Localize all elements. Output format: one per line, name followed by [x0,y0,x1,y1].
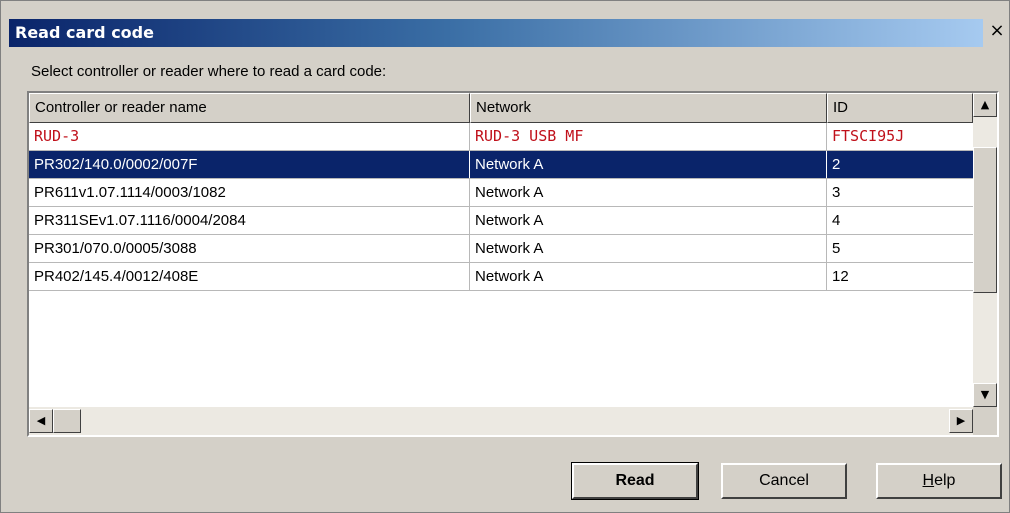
cell-reader-name: PR302/140.0/0002/007F [29,151,470,178]
scroll-up-arrow-icon[interactable]: ▲ [973,93,997,117]
table-row[interactable]: PR302/140.0/0002/007F Network A 2 [29,151,973,179]
controller-list[interactable]: Controller or reader name Network ID RUD… [27,91,999,437]
cell-id: FTSCI95J [832,127,905,145]
instruction-label: Select controller or reader where to rea… [31,63,387,80]
cell-id: 5 [832,240,841,257]
table-row[interactable]: PR311SEv1.07.1116/0004/2084 Network A 4 [29,207,973,235]
cell-reader-name: RUD-3 [29,123,470,150]
column-header-network[interactable]: Network [470,93,827,123]
cancel-button[interactable]: Cancel [721,463,847,499]
cell-reader-name: PR301/070.0/0005/3088 [29,235,470,262]
horizontal-scroll-thumb[interactable] [53,409,81,433]
dialog-title: Read card code [15,23,154,42]
help-mnemonic: H [922,472,935,489]
close-button[interactable]: × [987,21,1007,43]
title-bar: Read card code [9,19,983,47]
vertical-scroll-thumb[interactable] [973,147,997,293]
scroll-left-arrow-icon[interactable]: ◀ [29,409,53,433]
read-card-code-dialog: Read card code × Select controller or re… [0,0,1010,513]
read-button[interactable]: Read [571,462,699,500]
cell-network: Network A [470,207,827,234]
list-header: Controller or reader name Network ID [29,93,973,123]
cell-id: 12 [832,268,849,285]
cell-network: Network A [470,179,827,206]
scrollbar-corner [973,407,997,435]
cell-reader-name: PR611v1.07.1114/0003/1082 [29,179,470,206]
cell-reader-name: PR311SEv1.07.1116/0004/2084 [29,207,470,234]
cell-id: 2 [832,156,841,173]
cell-network: RUD-3 USB MF [470,123,827,150]
cell-id: 3 [832,184,841,201]
column-header-id[interactable]: ID [827,93,973,123]
vertical-scrollbar[interactable]: ▲ ▼ [973,93,997,407]
cell-network: Network A [470,263,827,290]
table-row[interactable]: PR402/145.4/0012/408E Network A 12 [29,263,973,291]
column-header-name[interactable]: Controller or reader name [29,93,470,123]
table-row[interactable]: RUD-3 RUD-3 USB MF FTSCI95J [29,123,973,151]
cell-network: Network A [470,151,827,178]
help-label: elp [934,472,956,489]
scroll-down-arrow-icon[interactable]: ▼ [973,383,997,407]
horizontal-scrollbar[interactable]: ◀ ▶ [29,407,973,435]
cell-network: Network A [470,235,827,262]
help-button[interactable]: Help [876,463,1002,499]
cell-id: 4 [832,212,841,229]
scroll-right-arrow-icon[interactable]: ▶ [949,409,973,433]
cell-reader-name: PR402/145.4/0012/408E [29,263,470,290]
table-row[interactable]: PR301/070.0/0005/3088 Network A 5 [29,235,973,263]
table-row[interactable]: PR611v1.07.1114/0003/1082 Network A 3 [29,179,973,207]
